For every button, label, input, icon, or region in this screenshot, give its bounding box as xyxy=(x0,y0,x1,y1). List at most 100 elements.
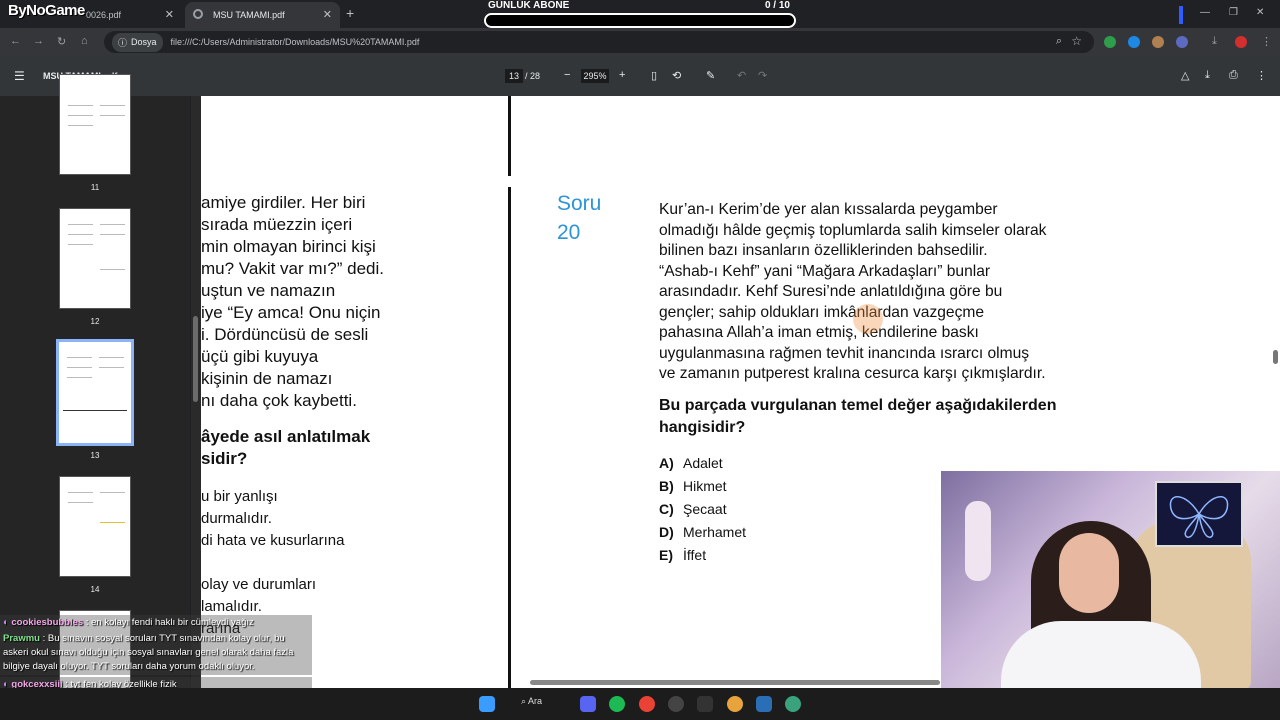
zoom-in-icon[interactable]: + xyxy=(619,69,625,81)
rotate-icon[interactable]: ⟲ xyxy=(672,69,681,82)
subscriber-progress-bar xyxy=(484,13,796,28)
forward-icon[interactable]: → xyxy=(33,35,44,47)
zoom-out-icon[interactable]: − xyxy=(564,69,570,81)
sidebar-scrollbar[interactable] xyxy=(191,96,201,688)
save-to-drive-icon[interactable]: △ xyxy=(1181,69,1189,82)
text-line: nı daha çok kaybetti. xyxy=(201,391,357,410)
chat-text: : en kolayı fendi haklı bir cümleydi yağ… xyxy=(83,617,254,628)
option-text: Adalet xyxy=(683,454,723,471)
chat-username: Prawmu xyxy=(3,633,40,644)
tab-msu-tamami[interactable]: MSU TAMAMI.pdf ✕ xyxy=(185,2,340,28)
hamburger-menu-icon[interactable]: ☰ xyxy=(14,69,25,83)
thumbnail-sidebar: 11 12 13 14 xyxy=(0,74,190,711)
capcut-icon[interactable] xyxy=(697,696,713,712)
search-label: Ara xyxy=(528,696,543,706)
thumbnail-number: 11 xyxy=(90,183,100,192)
page-thumbnail[interactable] xyxy=(59,74,131,175)
obs-icon[interactable] xyxy=(668,696,684,712)
url-text: file:///C:/Users/Administrator/Downloads… xyxy=(170,37,420,47)
site-info-chip[interactable]: ⓘ Dosya xyxy=(112,32,163,52)
thumbnail-number: 12 xyxy=(90,317,100,326)
option-line xyxy=(201,552,501,574)
minimize-icon[interactable]: — xyxy=(1200,7,1210,18)
text-line: sırada müezzin içeri xyxy=(201,215,353,234)
question-label: Soru xyxy=(557,192,602,215)
question-line: uygulanmasına rağmen tevhit inancında ıs… xyxy=(659,344,1030,362)
undo-icon[interactable]: ↶ xyxy=(737,69,746,82)
new-tab-icon[interactable]: + xyxy=(346,5,354,21)
zoom-level-input[interactable]: 295% xyxy=(581,69,609,83)
close-tab-icon[interactable]: ✕ xyxy=(323,8,332,21)
more-options-icon[interactable]: ⋮ xyxy=(1256,69,1267,82)
page-number-input[interactable]: 13 xyxy=(505,69,523,83)
subscriber-goal-widget: GÜNLÜK ABONE 0 / 10 xyxy=(484,0,796,28)
microphone xyxy=(965,501,991,581)
globe-app-icon[interactable] xyxy=(785,696,801,712)
prompt-line: Bu parçada vurgulanan temel değer aşağıd… xyxy=(659,397,1057,414)
redo-icon[interactable]: ↷ xyxy=(758,69,767,82)
puzzle-extension-icon[interactable] xyxy=(1176,36,1188,48)
voice-extension-icon[interactable] xyxy=(1128,36,1140,48)
chat-message: ◐ cookiesbubbles : en kolayı fendi haklı… xyxy=(0,615,312,631)
page-thumbnail[interactable] xyxy=(59,476,131,577)
url-omnibox[interactable]: ⓘ Dosya file:///C:/Users/Administrator/D… xyxy=(104,31,1094,53)
zoom-icon[interactable]: ⌕ xyxy=(1056,35,1062,48)
browser-icon[interactable] xyxy=(727,696,743,712)
profile-avatar-icon[interactable] xyxy=(1235,36,1247,48)
close-tab-icon[interactable]: ✕ xyxy=(165,8,174,21)
left-column-text: amiye girdiler. Her biri sırada müezzin … xyxy=(201,192,501,640)
answer-option: A) Adalet xyxy=(659,451,746,474)
total-pages: / 28 xyxy=(525,71,541,81)
chip-label: Dosya xyxy=(131,37,157,47)
butterfly-wall-art xyxy=(1155,481,1243,547)
question-line: olmadığı hâlde geçmiş toplumlarda salih … xyxy=(659,221,1047,239)
chrome-icon[interactable] xyxy=(639,696,655,712)
windows-start-icon[interactable] xyxy=(479,696,495,712)
question-number: Soru 20 xyxy=(557,189,601,247)
shield-extension-icon[interactable] xyxy=(1104,36,1116,48)
prompt-line: hangisidir? xyxy=(659,419,746,436)
subscriber-goal-title: GÜNLÜK ABONE xyxy=(488,0,570,11)
back-icon[interactable]: ← xyxy=(10,35,21,47)
restore-icon[interactable]: ❐ xyxy=(1229,7,1238,18)
tab-label: MSU TAMAMI.pdf xyxy=(213,10,285,20)
option-letter: C) xyxy=(659,500,674,517)
download-icon[interactable]: ⤓ xyxy=(1212,35,1217,48)
answer-option: B) Hikmet xyxy=(659,474,746,497)
option-text: İffet xyxy=(683,546,707,563)
option-text: Şecaat xyxy=(683,500,727,517)
download-pdf-icon[interactable]: ⤓ xyxy=(1205,69,1210,82)
home-icon[interactable]: ⌂ xyxy=(81,35,88,47)
chat-text: : Bu sınavın sosyal soruları TYT sınavın… xyxy=(3,633,294,672)
question-prompt: Bu parçada vurgulanan temel değer aşağıd… xyxy=(659,395,1056,439)
spotify-icon[interactable] xyxy=(609,696,625,712)
text-line: iye “Ey amca! Onu niçin xyxy=(201,303,381,322)
more-menu-icon[interactable]: ⋮ xyxy=(1261,35,1272,48)
option-text: Merhamet xyxy=(683,523,747,540)
text-line: min olmayan birinci kişi xyxy=(201,237,376,256)
vertical-scroll-thumb[interactable] xyxy=(1273,350,1278,364)
question-line: ve zamanın putperest kralına cesurca kar… xyxy=(659,365,1046,382)
question-line: bilinen bazı insanların özelliklerinden … xyxy=(659,242,988,259)
close-window-icon[interactable]: ✕ xyxy=(1256,7,1264,18)
fit-page-icon[interactable]: ▯ xyxy=(651,69,657,82)
horizontal-scroll-thumb[interactable] xyxy=(530,680,940,685)
photos-icon[interactable] xyxy=(756,696,772,712)
text-line: uştun ve namazın xyxy=(201,281,336,300)
option-line: durmalıdır. xyxy=(201,510,272,527)
page-thumbnail[interactable] xyxy=(59,208,131,309)
bookmark-star-icon[interactable]: ☆ xyxy=(1071,34,1082,48)
question-prompt-line: sidir? xyxy=(201,449,248,468)
discord-icon[interactable] xyxy=(580,696,596,712)
draw-icon[interactable]: ✎ xyxy=(706,69,715,82)
sidebar-scroll-thumb[interactable] xyxy=(193,316,198,402)
page-thumbnail-selected[interactable] xyxy=(56,339,134,446)
column-divider xyxy=(508,96,511,176)
reload-icon[interactable]: ↻ xyxy=(57,35,66,48)
column-divider xyxy=(508,187,511,688)
address-toolbar: ← → ↻ ⌂ ⓘ Dosya file:///C:/Users/Adminis… xyxy=(0,28,1280,56)
stream-marker xyxy=(1179,6,1183,24)
taskbar-search[interactable]: ⌕ Ara xyxy=(521,696,542,707)
print-icon[interactable]: ⎙ xyxy=(1229,69,1238,82)
cookie-extension-icon[interactable] xyxy=(1152,36,1164,48)
